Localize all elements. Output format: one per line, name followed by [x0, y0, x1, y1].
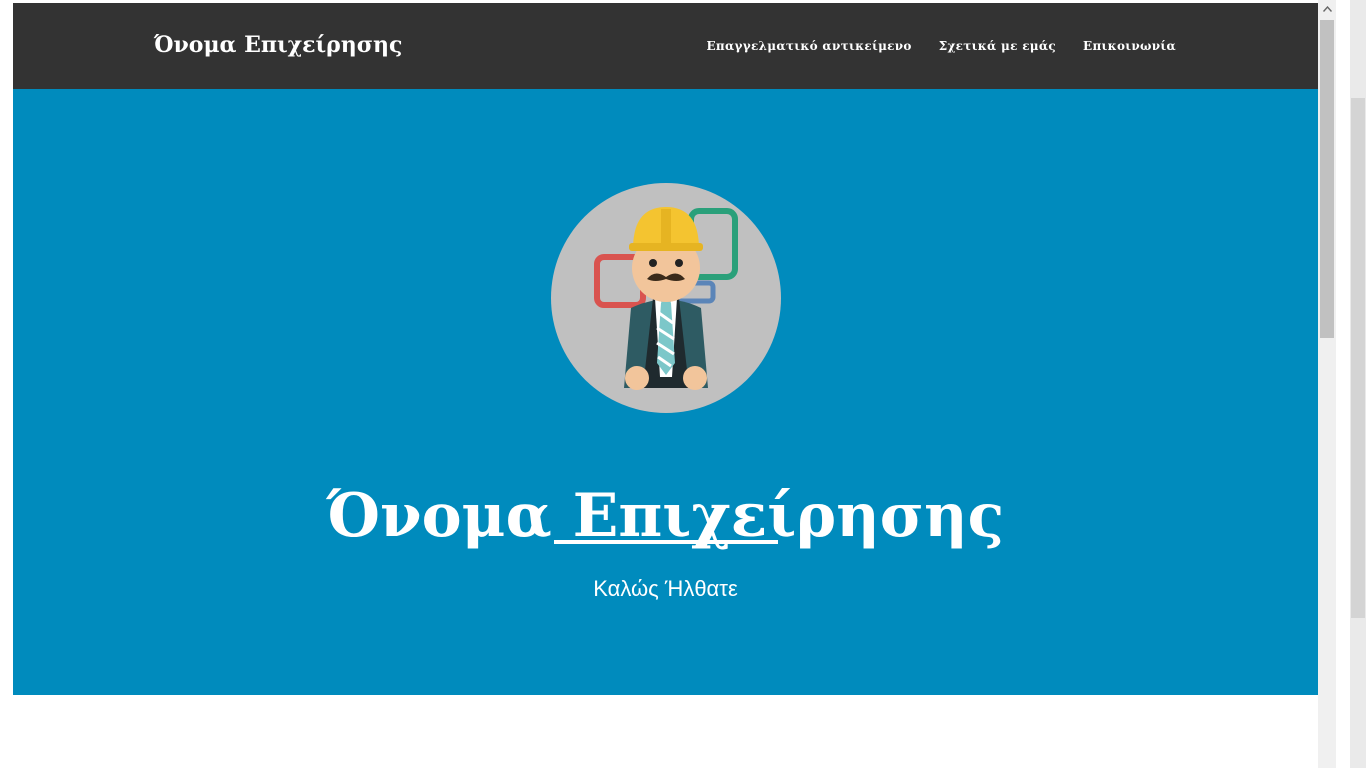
- nav-link-about[interactable]: Σχετικά με εμάς: [939, 39, 1056, 53]
- hero-section: Όνομα Επιχείρησης Καλώς Ήλθατε: [13, 89, 1318, 695]
- outer-scroll-thumb[interactable]: [1351, 98, 1365, 618]
- chevron-up-icon: [1322, 5, 1332, 12]
- navbar: Όνομα Επιχείρησης Επαγγελματικό αντικείμ…: [13, 3, 1318, 89]
- scroll-thumb[interactable]: [1320, 20, 1334, 338]
- construction-worker-icon: [594, 207, 738, 390]
- left-gutter: [0, 0, 13, 768]
- nav-link-services[interactable]: Επαγγελματικό αντικείμενο: [706, 39, 911, 53]
- nav-link-contact[interactable]: Επικοινωνία: [1083, 39, 1176, 53]
- nav-links: Επαγγελματικό αντικείμενο Σχετικά με εμά…: [706, 39, 1176, 53]
- avatar: [551, 183, 781, 413]
- page-scrollbar[interactable]: [1318, 0, 1336, 768]
- hero-divider: [554, 540, 778, 544]
- hero-subtitle: Καλώς Ήλθατε: [593, 576, 738, 601]
- brand-link[interactable]: Όνομα Επιχείρησης: [154, 32, 402, 58]
- scroll-up-button[interactable]: [1318, 0, 1336, 17]
